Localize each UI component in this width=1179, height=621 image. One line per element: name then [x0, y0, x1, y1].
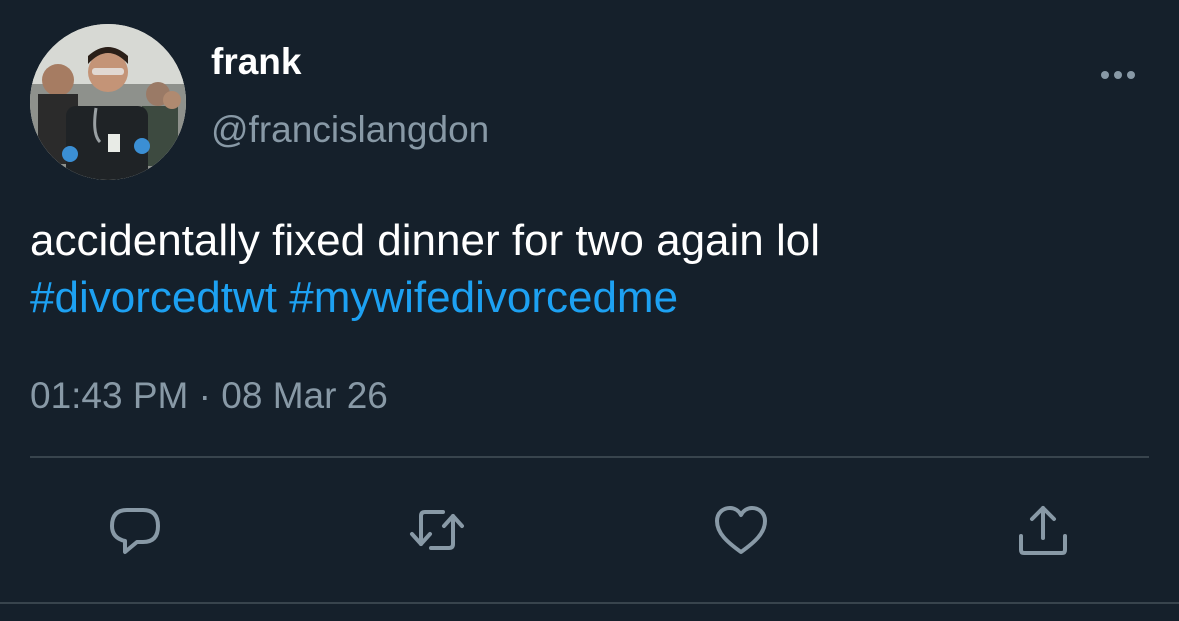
tweet-time: 01:43 PM: [30, 375, 189, 416]
tweet-text-body: accidentally fixed dinner for two again …: [30, 216, 821, 265]
retweet-icon: [410, 510, 464, 550]
more-options-button[interactable]: [1094, 60, 1142, 90]
share-icon: [1019, 506, 1067, 555]
meta-separator: ·: [198, 375, 211, 416]
more-horizontal-icon: [1101, 71, 1135, 79]
heart-icon: [715, 506, 767, 554]
reply-icon: [110, 508, 160, 554]
user-handle[interactable]: @francislangdon: [211, 108, 489, 152]
action-bar: [0, 500, 1179, 560]
hashtag-link[interactable]: #divorcedtwt: [30, 273, 277, 322]
divider: [30, 456, 1149, 458]
display-name[interactable]: frank: [211, 40, 301, 84]
retweet-button[interactable]: [407, 500, 467, 560]
avatar-photo: [30, 24, 186, 180]
bottom-border: [0, 602, 1179, 604]
share-button[interactable]: [1013, 500, 1073, 560]
avatar[interactable]: [30, 24, 186, 180]
reply-button[interactable]: [105, 500, 165, 560]
like-button[interactable]: [711, 500, 771, 560]
tweet-text: accidentally fixed dinner for two again …: [30, 212, 1150, 326]
tweet-timestamp[interactable]: 01:43 PM · 08 Mar 26: [30, 373, 388, 419]
tweet-date: 08 Mar 26: [221, 375, 388, 416]
tweet: frank @francislangdon accidentally fixed…: [0, 0, 1179, 621]
hashtag-link[interactable]: #mywifedivorcedme: [289, 273, 678, 322]
